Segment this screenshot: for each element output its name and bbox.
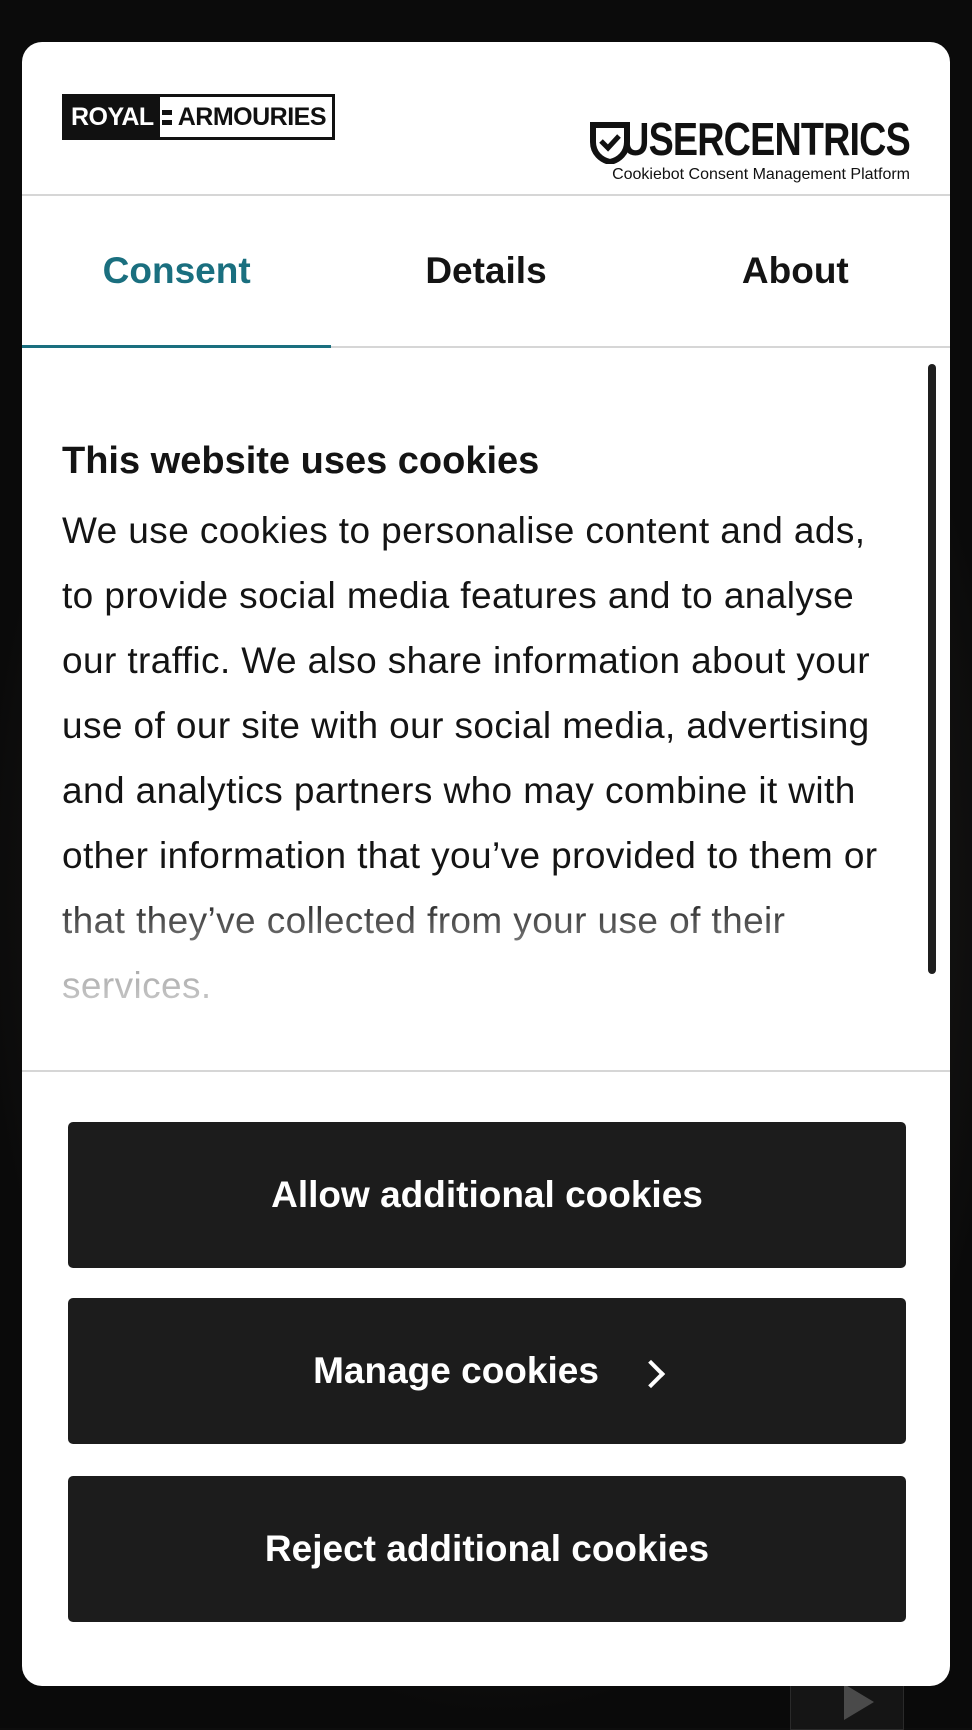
consent-content[interactable]: This website uses cookies We use cookies… [22,348,950,1070]
logo-part-armouries: ARMOURIES [173,97,333,137]
allow-button-label: Allow additional cookies [271,1174,703,1215]
manage-button-label: Manage cookies [313,1350,599,1391]
tab-details[interactable]: Details [331,196,640,346]
reject-button-label: Reject additional cookies [264,1528,710,1569]
allow-additional-cookies-button[interactable]: Allow additional cookies [68,1122,906,1268]
reject-additional-cookies-button[interactable]: Reject additional cookies [68,1476,906,1622]
content-title: This website uses cookies [62,440,540,482]
content-scrollbar[interactable] [928,364,936,974]
footer-divider [22,1070,950,1072]
logo-part-royal: ROYAL [65,97,160,137]
dialog-header: ROYAL ARMOURIES USERCENTRICS Cookiebot C… [22,42,950,196]
manage-cookies-button[interactable]: Manage cookies [68,1298,906,1444]
tab-about[interactable]: About [641,196,950,346]
royal-armouries-logo: ROYAL ARMOURIES [62,94,336,140]
tab-bar: Consent Details About [22,196,950,348]
usercentrics-wordmark: USERCENTRICS [622,113,911,165]
logo-divider [159,97,174,137]
usercentrics-logo: USERCENTRICS Cookiebot Consent Managemen… [590,80,911,183]
content-body: We use cookies to personalise content an… [62,510,878,1006]
play-icon [844,1684,874,1720]
cookie-consent-dialog: ROYAL ARMOURIES USERCENTRICS Cookiebot C… [22,42,950,1686]
tab-consent[interactable]: Consent [22,196,332,348]
usercentrics-tagline: Cookiebot Consent Management Platform [612,166,910,183]
chevron-right-icon [636,1359,666,1389]
